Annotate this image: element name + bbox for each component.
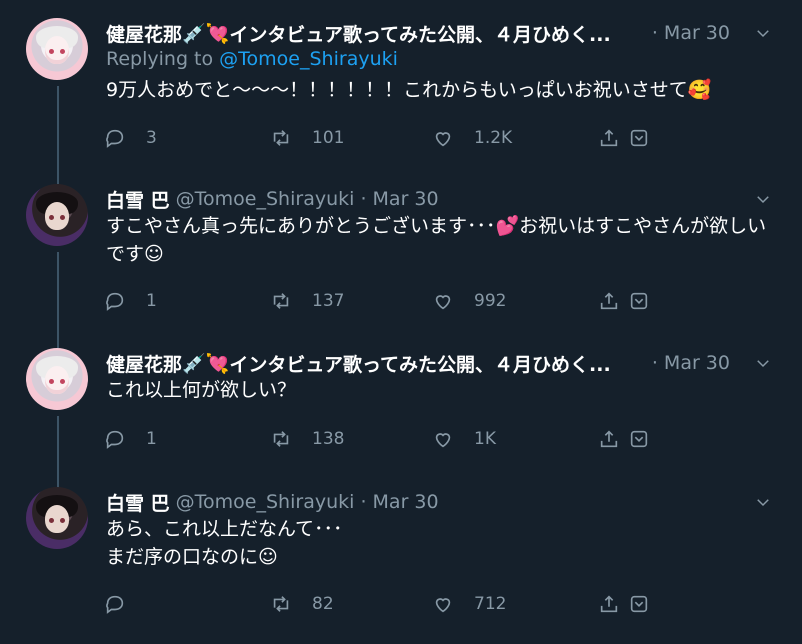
syringe-icon: 💉 xyxy=(182,22,206,45)
author-name[interactable]: 白雪 巴 xyxy=(106,186,170,213)
author-name-rest: インタビュア歌ってみた公開、４月ひめく... xyxy=(229,353,611,376)
tweet-date[interactable]: · Mar 30 xyxy=(360,188,438,210)
tweet-actions: 1 138 1K xyxy=(104,424,650,454)
like-count: 1.2K xyxy=(474,128,513,148)
avatar-eye xyxy=(49,49,54,54)
reply-count: 1 xyxy=(146,291,157,311)
author-name[interactable]: 健屋花那 xyxy=(106,20,182,47)
like-icon xyxy=(435,132,451,147)
retweet-count: 101 xyxy=(312,128,345,148)
save-icon[interactable] xyxy=(628,290,650,312)
like-icon xyxy=(435,295,451,310)
tweet-date[interactable]: · Mar 30 xyxy=(652,348,730,378)
reply-prefix: Replying to xyxy=(106,48,214,70)
tweet-actions: 82 712 xyxy=(104,589,650,619)
like-button[interactable]: 712 xyxy=(432,589,506,619)
retweet-button[interactable]: 138 xyxy=(270,424,344,454)
author-name-rest: インタビュア歌ってみた公開、４月ひめく... xyxy=(229,23,611,46)
heart-icon: 💘 xyxy=(205,352,230,375)
like-icon xyxy=(435,433,451,448)
reply-button[interactable]: 1 xyxy=(104,424,157,454)
caret-down-icon[interactable] xyxy=(748,18,778,48)
tweet-actions: 3 101 1.2K xyxy=(104,123,650,153)
reply-icon xyxy=(106,129,124,148)
retweet-button[interactable]: 137 xyxy=(270,286,344,316)
tweet[interactable]: 健屋花那 💉 💘 インタビュア歌ってみた公開、４月ひめく... · Mar 30… xyxy=(0,348,802,478)
retweet-icon xyxy=(273,130,289,146)
syringe-icon: 💉 xyxy=(182,352,206,375)
like-icon xyxy=(435,598,451,613)
share-icon[interactable] xyxy=(598,127,620,149)
avatar-eye xyxy=(49,518,54,523)
caret-down-icon[interactable] xyxy=(748,348,778,378)
like-button[interactable]: 1.2K xyxy=(432,123,512,153)
author-name[interactable]: 白雪 巴 xyxy=(106,489,170,516)
tweet-header: 健屋花那 💉 💘 インタビュア歌ってみた公開、４月ひめく... xyxy=(106,18,611,48)
retweet-icon xyxy=(273,596,289,612)
share-actions xyxy=(598,123,650,153)
like-button[interactable]: 992 xyxy=(432,286,506,316)
avatar-eye xyxy=(60,49,65,54)
caret-down-icon[interactable] xyxy=(748,184,778,214)
retweet-count: 137 xyxy=(312,291,345,311)
tweet-date[interactable]: · Mar 30 xyxy=(360,491,438,513)
retweet-count: 82 xyxy=(312,594,334,614)
retweet-button[interactable]: 101 xyxy=(270,123,344,153)
save-icon[interactable] xyxy=(628,593,650,615)
reply-icon xyxy=(106,430,124,449)
tweet-text: これ以上何が欲しい？ xyxy=(106,379,297,401)
reply-count: 3 xyxy=(146,128,157,148)
tweet-header: 白雪 巴 @Tomoe_Shirayuki · Mar 30 xyxy=(106,487,439,517)
like-count: 992 xyxy=(474,291,507,311)
avatar[interactable] xyxy=(26,487,88,549)
reply-count: 1 xyxy=(146,429,157,449)
avatar-eye xyxy=(60,518,65,523)
avatar-eye xyxy=(49,379,54,384)
save-icon[interactable] xyxy=(628,428,650,450)
reply-icon xyxy=(106,292,124,311)
heart-icon: 💘 xyxy=(205,22,230,45)
like-button[interactable]: 1K xyxy=(432,424,496,454)
author-name[interactable]: 健屋花那 xyxy=(106,350,182,377)
retweet-icon xyxy=(273,293,289,309)
avatar-eye xyxy=(60,215,65,220)
avatar-eye xyxy=(49,215,54,220)
author-handle[interactable]: @Tomoe_Shirayuki xyxy=(176,188,355,210)
reply-mention-link[interactable]: @Tomoe_Shirayuki xyxy=(219,48,398,70)
like-count: 1K xyxy=(474,429,496,449)
share-actions xyxy=(598,424,650,454)
reply-button[interactable] xyxy=(104,589,146,619)
avatar-eye xyxy=(60,379,65,384)
save-icon[interactable] xyxy=(628,127,650,149)
tweet[interactable]: 健屋花那 💉 💘 インタビュア歌ってみた公開、４月ひめく... · Mar 30… xyxy=(0,18,802,168)
author-handle[interactable]: @Tomoe_Shirayuki xyxy=(176,491,355,513)
tweet[interactable]: 白雪 巴 @Tomoe_Shirayuki · Mar 30 すこやさん真っ先に… xyxy=(0,184,802,334)
share-actions xyxy=(598,286,650,316)
retweet-count: 138 xyxy=(312,429,345,449)
avatar[interactable] xyxy=(26,18,88,80)
reply-button[interactable]: 1 xyxy=(104,286,157,316)
share-icon[interactable] xyxy=(598,428,620,450)
like-count: 712 xyxy=(474,594,507,614)
share-actions xyxy=(598,589,650,619)
tweet-date[interactable]: · Mar 30 xyxy=(652,18,730,48)
share-icon[interactable] xyxy=(598,290,620,312)
reply-icon xyxy=(106,595,124,614)
tweet-text: すこやさん真っ先にありがとうございます･･･💕お祝いはすこやさんが欲しいです☺ xyxy=(106,215,767,265)
tweet-text: 9万人おめでと～～～！！！！！！これからもいっぱいお祝いさせて🥰 xyxy=(106,79,712,101)
caret-down-icon[interactable] xyxy=(748,487,778,517)
tweet-text: あら、これ以上だなんて･･･ まだ序の口なのに☺ xyxy=(106,518,343,568)
reply-context: Replying to @Tomoe_Shirayuki xyxy=(106,48,398,70)
share-icon[interactable] xyxy=(598,593,620,615)
retweet-icon xyxy=(273,431,289,447)
avatar[interactable] xyxy=(26,184,88,246)
tweet[interactable]: 白雪 巴 @Tomoe_Shirayuki · Mar 30 あら、これ以上だな… xyxy=(0,487,802,637)
tweet-header: 健屋花那 💉 💘 インタビュア歌ってみた公開、４月ひめく... xyxy=(106,348,611,378)
avatar[interactable] xyxy=(26,348,88,410)
reply-button[interactable]: 3 xyxy=(104,123,157,153)
tweet-header: 白雪 巴 @Tomoe_Shirayuki · Mar 30 xyxy=(106,184,439,214)
tweet-actions: 1 137 992 xyxy=(104,286,650,316)
retweet-button[interactable]: 82 xyxy=(270,589,334,619)
